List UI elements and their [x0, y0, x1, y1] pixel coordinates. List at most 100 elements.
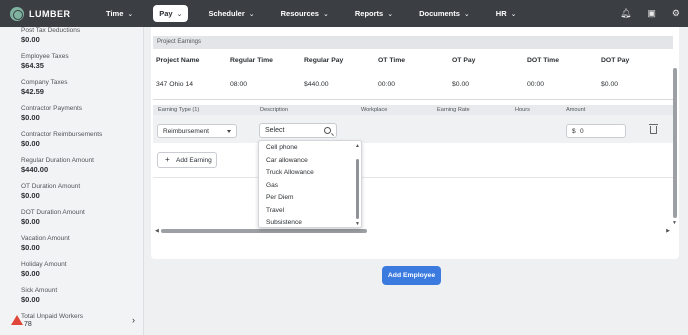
stat-value: $0.00 — [21, 191, 40, 200]
stat-vacation-amount: Vacation Amount $0.00 — [21, 235, 70, 252]
option-truck-allowance[interactable]: Truck Allowance — [266, 169, 314, 176]
divider — [153, 177, 673, 178]
cell-dot-pay: $0.00 — [601, 81, 619, 88]
nav-pay[interactable]: Pay ⌄ — [153, 5, 189, 22]
chevron-right-icon[interactable]: › — [132, 315, 135, 325]
col-regular-time: Regular Time — [230, 57, 273, 64]
unpaid-label: Total Unpaid Workers — [21, 313, 84, 320]
option-travel[interactable]: Travel — [266, 207, 284, 214]
pay-summary-sidebar: Post Tax Deductions $0.00 Employee Taxes… — [0, 27, 144, 335]
chevron-down-icon: ⌄ — [387, 10, 394, 18]
stat-label: Regular Duration Amount — [21, 157, 94, 164]
chevron-down-icon: ⌄ — [248, 10, 255, 18]
stat-value: $0.00 — [21, 217, 40, 226]
logo-icon — [10, 6, 24, 21]
horizontal-scrollbar[interactable]: ◀ ▶ — [155, 228, 670, 234]
cell-ot-time: 00:00 — [378, 81, 396, 88]
description-search-input[interactable]: Select — [259, 123, 337, 138]
earnings-columns: Earning Type (1) Description Workplace E… — [153, 105, 673, 115]
main-nav: Time ⌄ Pay ⌄ Scheduler ⌄ Resources ⌄ Reports… — [100, 5, 537, 22]
stat-dot-duration-amount: DOT Duration Amount $0.00 — [21, 209, 85, 226]
stat-holiday-amount: Holiday Amount $0.00 — [21, 261, 67, 278]
nav-pay-label: Pay — [159, 9, 173, 18]
stat-label: Employee Taxes — [21, 53, 69, 60]
bell-icon[interactable]: 🔔︎ — [620, 8, 631, 19]
option-per-diem[interactable]: Per Diem — [266, 194, 293, 201]
app-logo[interactable]: LUMBER — [10, 6, 100, 21]
nav-documents[interactable]: Documents ⌄ — [413, 5, 476, 22]
stat-contractor-reimbursements: Contractor Reimbursements $0.00 — [21, 131, 102, 148]
nav-time[interactable]: Time ⌄ — [100, 5, 139, 22]
option-gas[interactable]: Gas — [266, 182, 278, 189]
currency-symbol: $ — [572, 128, 576, 135]
amount-value: 0 — [580, 128, 584, 135]
nav-resources-label: Resources — [280, 9, 319, 18]
gear-icon[interactable]: ⚙︎ — [672, 8, 680, 19]
stat-label: Contractor Reimbursements — [21, 131, 103, 138]
total-unpaid-workers[interactable]: Total Unpaid Workers 78 › — [10, 313, 140, 331]
divider — [153, 99, 673, 100]
earning-type-select[interactable]: Reimbursement — [157, 124, 237, 138]
add-earning-button[interactable]: + Add Earning — [157, 152, 217, 168]
unpaid-value: 78 — [24, 321, 32, 328]
stat-value: $42.59 — [21, 87, 44, 96]
col-ot-pay: OT Pay — [452, 57, 476, 64]
col-regular-pay: Regular Pay — [304, 57, 344, 64]
stat-value: $440.00 — [21, 165, 49, 174]
col-earning-type: Earning Type (1) — [158, 107, 200, 113]
scroll-right-icon[interactable]: ▶ — [666, 228, 670, 234]
caret-down-icon — [227, 130, 231, 133]
description-placeholder: Select — [265, 127, 285, 134]
table-row: 347 Ohio 14 08:00 $440.00 00:00 $0.00 00… — [156, 81, 671, 91]
dropdown-scrollbar[interactable]: ▲ ▼ — [355, 143, 360, 227]
chevron-down-icon: ⌄ — [176, 10, 183, 18]
scroll-up-icon[interactable]: ▲ — [355, 143, 360, 149]
nav-reports-label: Reports — [354, 9, 384, 18]
col-project-name: Project Name — [156, 57, 200, 64]
scroll-left-icon[interactable]: ◀ — [155, 228, 159, 234]
archive-icon[interactable]: ▣ — [647, 8, 656, 19]
nav-scheduler[interactable]: Scheduler ⌄ — [202, 5, 260, 22]
amount-input[interactable]: $ 0 — [566, 124, 626, 138]
vertical-scrollbar[interactable]: ▼ — [672, 68, 678, 226]
nav-scheduler-label: Scheduler — [208, 9, 245, 18]
cell-dot-time: 00:00 — [527, 81, 545, 88]
description-dropdown: Cell phone Car allowance Truck Allowance… — [258, 140, 362, 228]
nav-reports[interactable]: Reports ⌄ — [349, 5, 399, 22]
col-dot-time: DOT Time — [527, 57, 559, 64]
nav-hr[interactable]: HR ⌄ — [490, 5, 523, 22]
stat-value: $0.00 — [21, 295, 40, 304]
col-ot-time: OT Time — [378, 57, 406, 64]
stat-label: Holiday Amount — [21, 261, 67, 268]
project-earnings-header: Project Earnings — [153, 36, 673, 49]
trash-icon[interactable] — [649, 124, 658, 134]
stat-label: DOT Duration Amount — [21, 209, 85, 216]
stat-value: $0.00 — [21, 269, 40, 278]
cell-ot-pay: $0.00 — [452, 81, 470, 88]
scroll-down-icon[interactable]: ▼ — [672, 220, 677, 226]
stat-label: Sick Amount — [21, 287, 58, 294]
project-earnings-columns: Project Name Regular Time Regular Pay OT… — [156, 57, 671, 67]
stat-value: $64.35 — [21, 61, 44, 70]
plus-icon: + — [165, 155, 170, 164]
scrollbar-thumb[interactable] — [356, 159, 359, 219]
stat-value: $0.00 — [21, 243, 40, 252]
nav-resources[interactable]: Resources ⌄ — [275, 5, 335, 22]
stat-ot-duration-amount: OT Duration Amount $0.00 — [21, 183, 80, 200]
top-nav-bar: LUMBER Time ⌄ Pay ⌄ Scheduler ⌄ Resources ⌄ … — [0, 0, 688, 27]
option-subsistence[interactable]: Subsistence — [266, 219, 302, 226]
scrollbar-thumb[interactable] — [161, 229, 367, 233]
add-employee-button[interactable]: Add Employee — [382, 266, 441, 285]
stat-post-tax-deductions: Post Tax Deductions $0.00 — [21, 27, 80, 44]
scroll-down-icon[interactable]: ▼ — [355, 221, 360, 227]
nav-time-label: Time — [106, 9, 124, 18]
stat-label: Vacation Amount — [21, 235, 70, 242]
earning-type-value: Reimbursement — [163, 128, 209, 135]
stat-label: Contractor Payments — [21, 105, 83, 112]
option-cell-phone[interactable]: Cell phone — [266, 144, 298, 151]
employee-pay-panel: Project Earnings Project Name Regular Ti… — [151, 27, 679, 259]
scrollbar-thumb[interactable] — [673, 68, 677, 218]
col-hours: Hours — [515, 107, 530, 113]
option-car-allowance[interactable]: Car allowance — [266, 157, 308, 164]
chevron-down-icon: ⌄ — [322, 10, 329, 18]
